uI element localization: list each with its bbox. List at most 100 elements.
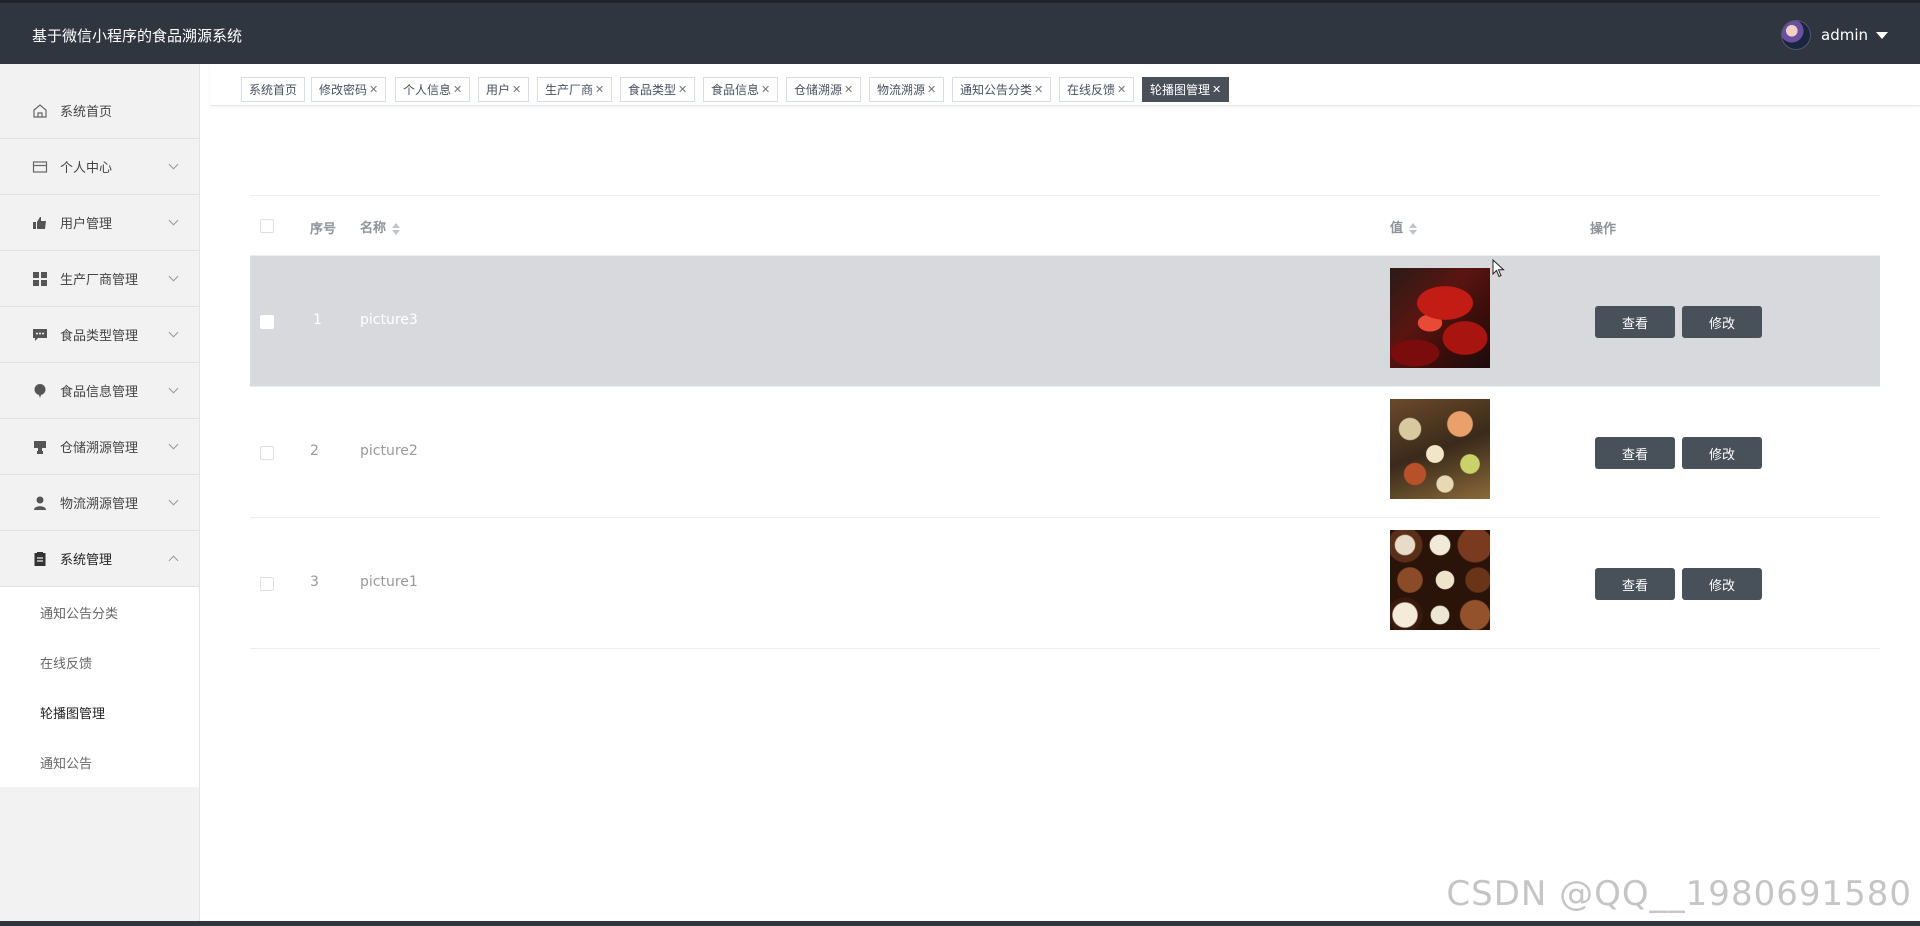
caret-down-icon[interactable] — [1876, 31, 1888, 39]
table-row[interactable]: 3 picture1 查看 修改 — [250, 518, 1880, 649]
row-checkbox[interactable] — [260, 315, 274, 329]
edit-button[interactable]: 修改 — [1682, 568, 1762, 600]
sidebar-item-label: 个人中心 — [60, 161, 113, 176]
tab-manufacturers[interactable]: 生产厂商 ✕ — [537, 77, 613, 102]
sidebar-item-users[interactable]: 用户管理 — [0, 195, 199, 251]
close-icon[interactable]: ✕ — [844, 83, 853, 96]
sort-icon[interactable] — [392, 222, 401, 235]
table-row[interactable]: 1 picture3 查看 修改 — [250, 256, 1880, 387]
edit-button[interactable]: 修改 — [1682, 437, 1762, 469]
sidebar-item-home[interactable]: 系统首页 — [0, 83, 199, 139]
user-icon — [32, 495, 48, 511]
clipboard-icon — [32, 551, 48, 567]
home-icon — [32, 103, 48, 119]
view-button[interactable]: 查看 — [1595, 568, 1675, 600]
sidebar-item-logistics-trace[interactable]: 物流溯源管理 — [0, 475, 199, 531]
sidebar-item-food-types[interactable]: 食品类型管理 — [0, 307, 199, 363]
mouse-cursor-icon — [1492, 259, 1505, 278]
tab-label: 轮播图管理 — [1150, 83, 1211, 97]
view-button[interactable]: 查看 — [1595, 437, 1675, 469]
sidebar-item-food-info[interactable]: 食品信息管理 — [0, 363, 199, 419]
submenu-carousel[interactable]: 轮播图管理 — [0, 687, 199, 737]
select-all-checkbox[interactable] — [260, 219, 274, 233]
close-icon[interactable]: ✕ — [453, 83, 462, 96]
row-checkbox[interactable] — [260, 446, 274, 460]
app-title: 基于微信小程序的食品溯源系统 — [32, 27, 243, 45]
watermark: CSDN @QQ__1980691580 — [1446, 874, 1912, 914]
sidebar-item-label: 用户管理 — [60, 217, 113, 232]
close-icon[interactable]: ✕ — [1034, 83, 1043, 96]
tab-profile[interactable]: 个人信息 ✕ — [395, 77, 471, 102]
tab-label: 个人信息 — [403, 83, 452, 97]
bottom-bar — [0, 921, 1920, 926]
tab-notice-category[interactable]: 通知公告分类 ✕ — [952, 77, 1052, 102]
chevron-down-icon — [168, 495, 179, 506]
tab-feedback[interactable]: 在线反馈 ✕ — [1059, 77, 1135, 102]
sidebar-item-profile[interactable]: 个人中心 — [0, 139, 199, 195]
tab-users[interactable]: 用户 ✕ — [478, 77, 530, 102]
avatar[interactable] — [1781, 20, 1811, 50]
chevron-down-icon — [168, 271, 179, 282]
header-name[interactable]: 名称 — [360, 217, 401, 236]
tab-food-types[interactable]: 食品类型 ✕ — [620, 77, 696, 102]
header-index: 序号 — [310, 222, 337, 237]
tab-storage-trace[interactable]: 仓储溯源 ✕ — [786, 77, 862, 102]
sidebar-item-label: 食品信息管理 — [60, 385, 139, 400]
chevron-down-icon — [168, 159, 179, 170]
close-icon[interactable]: ✕ — [761, 83, 770, 96]
table-row[interactable]: 2 picture2 查看 修改 — [250, 387, 1880, 518]
tab-label: 生产厂商 — [545, 83, 594, 97]
tabs-bar: 系统首页 修改密码 ✕ 个人信息 ✕ 用户 ✕ 生产厂商 ✕ 食品类型 ✕ 食品信息 ✕ 仓… — [210, 64, 1920, 106]
row-thumbnail — [1390, 530, 1490, 630]
sidebar-item-label: 食品类型管理 — [60, 329, 139, 344]
submenu-feedback[interactable]: 在线反馈 — [0, 637, 199, 687]
tab-food-info[interactable]: 食品信息 ✕ — [703, 77, 779, 102]
sidebar: 系统首页 个人中心 用户管理 生产厂商管理 食品类型管理 食品信息管理 仓储溯源… — [0, 64, 200, 926]
row-thumbnail — [1390, 399, 1490, 499]
header-value-label: 值 — [1390, 221, 1404, 236]
close-icon[interactable]: ✕ — [1212, 83, 1221, 96]
tab-label: 用户 — [486, 83, 511, 97]
row-index: 2 — [310, 443, 319, 459]
grid-icon — [32, 271, 48, 287]
header-value[interactable]: 值 — [1390, 217, 1418, 236]
chat-icon — [32, 327, 48, 343]
close-icon[interactable]: ✕ — [512, 83, 521, 96]
sidebar-item-label: 物流溯源管理 — [60, 497, 139, 512]
thumb-icon — [32, 215, 48, 231]
sidebar-item-storage-trace[interactable]: 仓储溯源管理 — [0, 419, 199, 475]
tab-change-password[interactable]: 修改密码 ✕ — [311, 77, 387, 102]
system-submenu: 通知公告分类 在线反馈 轮播图管理 通知公告 — [0, 587, 199, 787]
tab-label: 在线反馈 — [1067, 83, 1116, 97]
row-thumbnail — [1390, 268, 1490, 368]
row-index: 1 — [313, 312, 322, 328]
chevron-down-icon — [168, 215, 179, 226]
balloon-icon — [32, 383, 48, 399]
tab-label: 系统首页 — [249, 83, 298, 97]
tab-home[interactable]: 系统首页 — [241, 77, 306, 102]
chevron-up-icon — [168, 555, 179, 566]
table-header: 序号 名称 值 操作 — [250, 196, 1880, 256]
sidebar-item-system[interactable]: 系统管理 — [0, 531, 199, 587]
row-checkbox[interactable] — [260, 577, 274, 591]
stamp-icon — [32, 439, 48, 455]
row-name: picture1 — [360, 574, 418, 590]
tab-label: 食品类型 — [628, 83, 677, 97]
sort-icon[interactable] — [1409, 222, 1418, 235]
view-button[interactable]: 查看 — [1595, 306, 1675, 338]
close-icon[interactable]: ✕ — [1117, 83, 1126, 96]
user-menu[interactable]: admin — [1781, 19, 1888, 51]
tab-logistics-trace[interactable]: 物流溯源 ✕ — [869, 77, 945, 102]
edit-button[interactable]: 修改 — [1682, 306, 1762, 338]
carousel-table: 序号 名称 值 操作 1 picture3 查看 修改 2 picture2 查… — [250, 195, 1880, 649]
close-icon[interactable]: ✕ — [595, 83, 604, 96]
close-icon[interactable]: ✕ — [678, 83, 687, 96]
sidebar-item-manufacturers[interactable]: 生产厂商管理 — [0, 251, 199, 307]
tab-label: 物流溯源 — [877, 83, 926, 97]
submenu-notice[interactable]: 通知公告 — [0, 737, 199, 787]
close-icon[interactable]: ✕ — [369, 83, 378, 96]
close-icon[interactable]: ✕ — [927, 83, 936, 96]
username[interactable]: admin — [1821, 26, 1868, 44]
submenu-notice-category[interactable]: 通知公告分类 — [0, 587, 199, 637]
tab-carousel[interactable]: 轮播图管理 ✕ — [1142, 77, 1230, 102]
